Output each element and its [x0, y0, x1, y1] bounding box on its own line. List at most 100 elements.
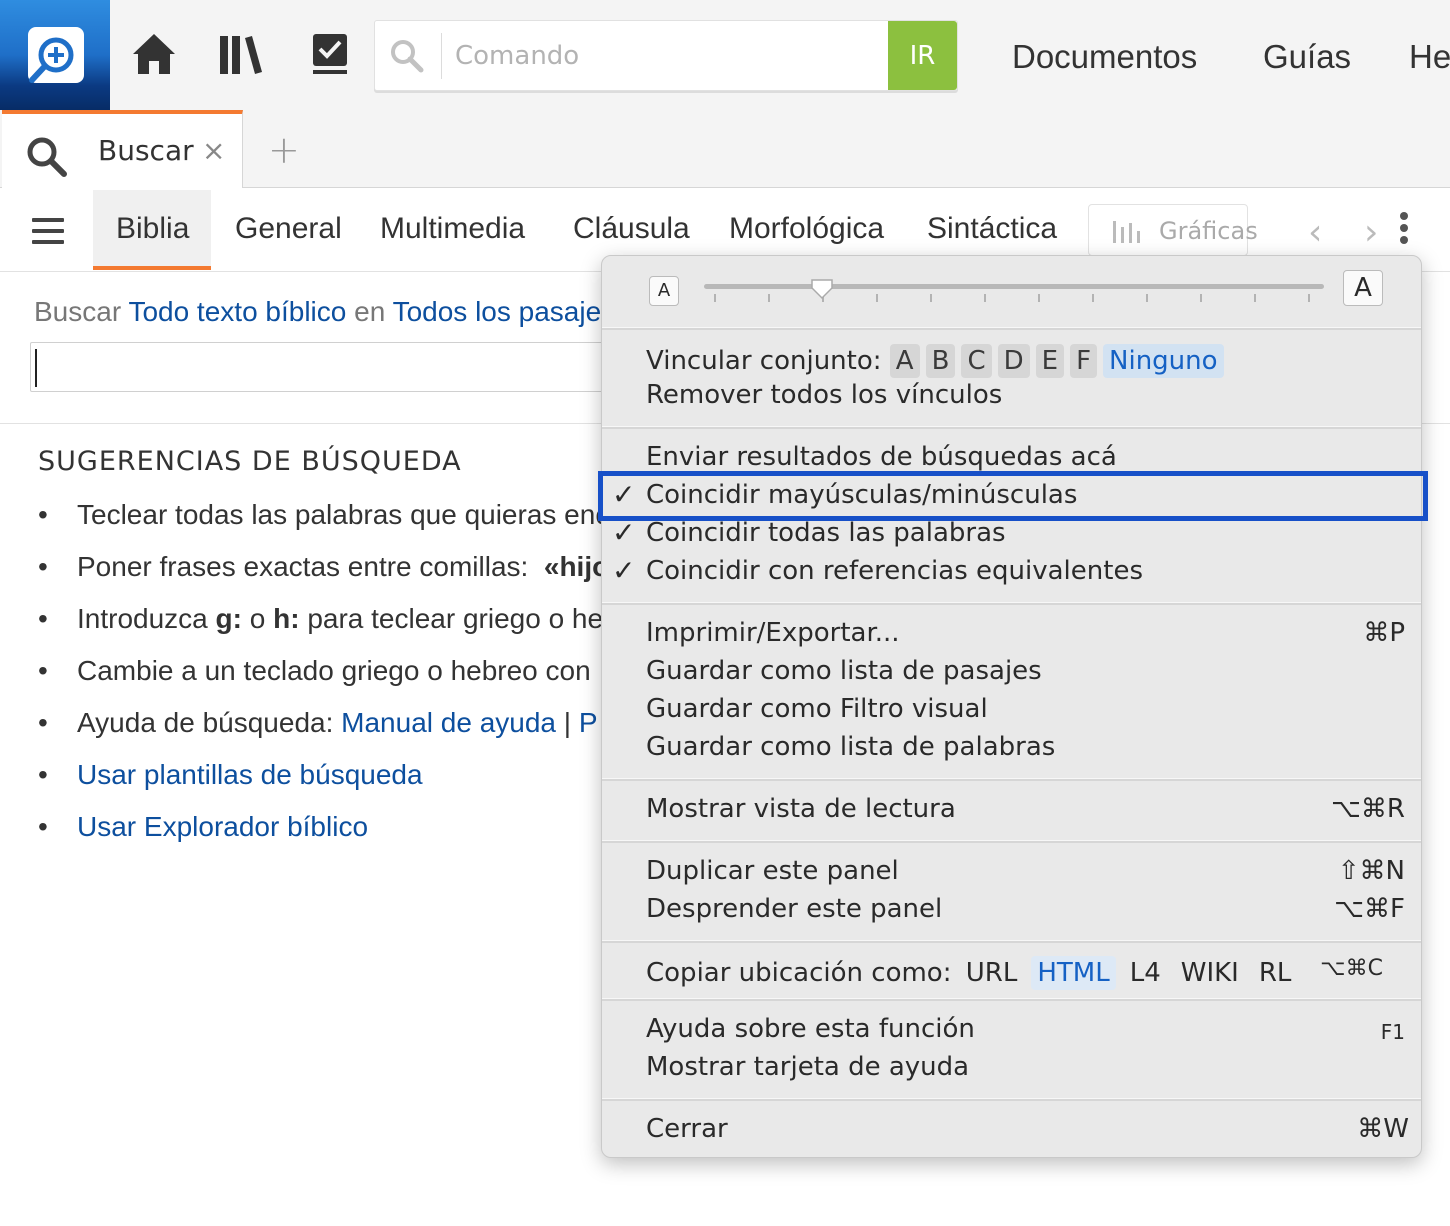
- bible-explorer-link[interactable]: Usar Explorador bíblico: [77, 811, 368, 842]
- copy-format-rl[interactable]: RL: [1253, 956, 1298, 990]
- menu-item-match-equiv-refs[interactable]: Coincidir con referencias equivalentes: [646, 556, 1143, 586]
- menu-divider: [602, 327, 1421, 330]
- tab-syntactic[interactable]: Sintáctica: [927, 212, 1057, 246]
- tab-bible[interactable]: Biblia: [116, 212, 189, 246]
- tab-label: Buscar: [98, 134, 194, 167]
- shortcut-help: F1: [1380, 1020, 1405, 1044]
- add-tab-button[interactable]: +: [268, 128, 300, 172]
- close-icon[interactable]: ×: [202, 134, 225, 167]
- templates-link[interactable]: Usar plantillas de búsqueda: [77, 759, 423, 790]
- link-set-f[interactable]: F: [1070, 344, 1098, 378]
- list-item: Poner frases exactas entre comillas: «hi…: [38, 548, 638, 600]
- menu-item-duplicate-panel[interactable]: Duplicar este panel: [646, 856, 899, 886]
- panel-tab-strip: Buscar × +: [0, 110, 1450, 189]
- help-other-link[interactable]: P: [579, 707, 598, 738]
- text-caret: [35, 349, 37, 387]
- scope-link[interactable]: Todo texto bíblico: [128, 296, 346, 327]
- command-divider: [441, 33, 442, 79]
- hamburger-menu-icon[interactable]: [32, 218, 64, 244]
- shortcut-close: ⌘W: [1357, 1114, 1409, 1144]
- menu-item-save-passage-list[interactable]: Guardar como lista de pasajes: [646, 656, 1042, 686]
- help-manual-link[interactable]: Manual de ayuda: [341, 707, 556, 738]
- menu-divider: [602, 998, 1421, 1001]
- font-size-small-button[interactable]: A: [649, 276, 679, 306]
- tab-multimedia[interactable]: Multimedia: [380, 212, 525, 246]
- nav-guides[interactable]: Guías: [1263, 38, 1351, 76]
- tab-morphological[interactable]: Morfológica: [729, 212, 884, 246]
- slider-thumb[interactable]: [810, 278, 834, 300]
- bar-chart-icon: [1113, 221, 1140, 243]
- suggestions-title: SUGERENCIAS DE BÚSQUEDA: [38, 446, 462, 477]
- highlight-annotation-box: [598, 471, 1428, 521]
- check-icon: ✓: [612, 554, 636, 587]
- copy-format-l4[interactable]: L4: [1124, 956, 1167, 990]
- panel-options-menu: A A Vincular conjunto: A B C D E F Ninguno Rem…: [601, 255, 1422, 1158]
- link-set-d[interactable]: D: [997, 344, 1030, 378]
- menu-item-detach-panel[interactable]: Desprender este panel: [646, 894, 942, 924]
- copy-format-html[interactable]: HTML: [1031, 956, 1116, 990]
- slider-ticks: [714, 294, 1314, 304]
- in-word: en: [354, 296, 386, 327]
- shortcut-print: ⌘P: [1363, 618, 1405, 648]
- chevron-left-icon[interactable]: ‹: [1308, 212, 1322, 253]
- menu-item-print-export[interactable]: Imprimir/Exportar...: [646, 618, 900, 648]
- shortcut-copy-location: ⌥⌘C: [1320, 956, 1383, 981]
- menu-divider: [602, 1098, 1421, 1101]
- menu-item-close[interactable]: Cerrar: [646, 1114, 728, 1144]
- list-item: Usar Explorador bíblico: [38, 808, 638, 860]
- home-icon[interactable]: [130, 30, 178, 80]
- font-size-slider[interactable]: [704, 284, 1324, 289]
- link-set-b[interactable]: B: [925, 344, 956, 378]
- link-set-none[interactable]: Ninguno: [1103, 344, 1224, 378]
- app-logo[interactable]: [0, 0, 110, 110]
- link-set-e[interactable]: E: [1035, 344, 1065, 378]
- menu-divider: [602, 602, 1421, 605]
- menu-item-save-visual-filter[interactable]: Guardar como Filtro visual: [646, 694, 988, 724]
- menu-divider: [602, 840, 1421, 843]
- logos-search-icon: [28, 27, 84, 83]
- search-prefix: Buscar: [34, 296, 122, 327]
- search-icon: [389, 38, 425, 74]
- list-item: Teclear todas las palabras que quieras e…: [38, 496, 638, 548]
- command-input[interactable]: [455, 31, 875, 81]
- link-set-row: Vincular conjunto: A B C D E F Ninguno: [646, 344, 1224, 378]
- copy-format-wiki[interactable]: WIKI: [1175, 956, 1245, 990]
- font-size-large-button[interactable]: A: [1343, 270, 1383, 306]
- charts-label: Gráficas: [1159, 217, 1258, 245]
- shortcut-reading-view: ⌥⌘R: [1330, 794, 1405, 824]
- menu-item-send-results[interactable]: Enviar resultados de búsquedas acá: [646, 442, 1117, 472]
- search-scope-line: Buscar Todo texto bíblico en Todos los p…: [34, 296, 615, 328]
- menu-item-save-word-list[interactable]: Guardar como lista de palabras: [646, 732, 1055, 762]
- go-button[interactable]: IR: [888, 21, 957, 90]
- search-icon: [24, 134, 68, 182]
- tab-search[interactable]: Buscar ×: [2, 110, 243, 189]
- copy-format-url[interactable]: URL: [960, 956, 1024, 990]
- library-icon[interactable]: [218, 30, 266, 80]
- menu-divider: [602, 426, 1421, 429]
- link-set-a[interactable]: A: [889, 344, 920, 378]
- more-options-icon[interactable]: [1400, 212, 1412, 248]
- list-item: Introduzca g: o h: para teclear griego o…: [38, 600, 638, 652]
- copy-location-row: Copiar ubicación como: URL HTML L4 WIKI RL: [646, 956, 1305, 990]
- list-item: Cambie a un teclado griego o hebreo con: [38, 652, 638, 704]
- menu-divider: [602, 778, 1421, 781]
- nav-help[interactable]: He: [1409, 38, 1450, 76]
- command-box: IR: [374, 20, 958, 91]
- top-toolbar: IR Documentos Guías He: [0, 0, 1450, 110]
- range-link[interactable]: Todos los pasajes: [393, 296, 616, 327]
- list-item: Usar plantillas de búsqueda: [38, 756, 638, 808]
- menu-divider: [602, 940, 1421, 943]
- menu-item-reading-view[interactable]: Mostrar vista de lectura: [646, 794, 956, 824]
- menu-item-remove-links[interactable]: Remover todos los vínculos: [646, 380, 1002, 410]
- menu-item-match-all-words[interactable]: Coincidir todas las palabras: [646, 518, 1006, 548]
- menu-item-help-feature[interactable]: Ayuda sobre esta función: [646, 1014, 975, 1044]
- tab-general[interactable]: General: [235, 212, 342, 246]
- nav-documents[interactable]: Documentos: [1012, 38, 1197, 76]
- menu-item-help-card[interactable]: Mostrar tarjeta de ayuda: [646, 1052, 969, 1082]
- tasks-icon[interactable]: [308, 30, 356, 80]
- tab-clause[interactable]: Cláusula: [573, 212, 690, 246]
- chevron-right-icon[interactable]: ›: [1364, 212, 1378, 253]
- charts-button[interactable]: Gráficas: [1088, 204, 1258, 256]
- link-set-c[interactable]: C: [961, 344, 992, 378]
- shortcut-detach: ⌥⌘F: [1334, 894, 1405, 924]
